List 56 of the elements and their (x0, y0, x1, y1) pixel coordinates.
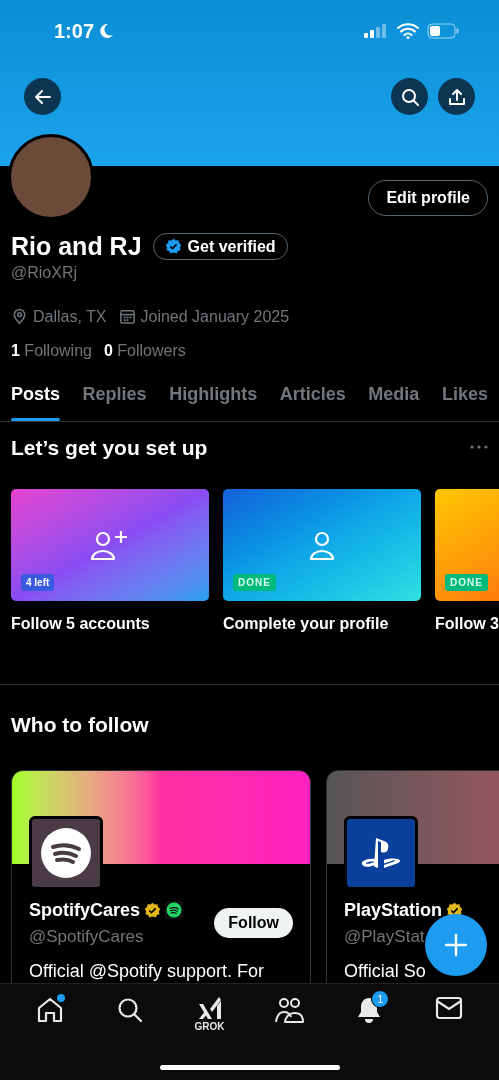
share-button[interactable] (438, 78, 475, 115)
profile-name: Rio and RJ (11, 231, 142, 262)
home-icon (35, 996, 64, 1024)
profile-handle: @RioXRj (11, 262, 79, 283)
account-card[interactable]: SpotifyCares @SpotifyCares Follow Official @Spotify support. For (11, 769, 311, 986)
account-handle: @PlayStat (344, 925, 425, 948)
search-icon (400, 87, 419, 106)
profile-tab[interactable]: Replies (82, 380, 147, 418)
add-user-icon (90, 528, 130, 562)
account-handle: @SpotifyCares (29, 925, 144, 948)
back-button[interactable] (24, 78, 61, 115)
setup-card-label: Follow 5 accounts (11, 614, 151, 634)
following-count-link[interactable]: 1 Following (11, 338, 92, 363)
status-time: 1:07 (54, 19, 95, 44)
account-avatar[interactable] (29, 815, 103, 890)
follow-button[interactable]: Follow (214, 907, 293, 938)
progress-badge: 4 left (21, 574, 55, 591)
spotify-logo-icon (165, 901, 184, 919)
section-title: Who to follow (10, 712, 150, 738)
account-name: PlayStation (344, 898, 443, 922)
profile-tab[interactable]: Media (368, 380, 420, 418)
account-name: SpotifyCares (29, 898, 141, 922)
join-date: Joined January 2025 (140, 306, 290, 327)
bell-icon (356, 996, 383, 1024)
progress-badge: DONE (445, 574, 488, 591)
search-icon (115, 996, 144, 1024)
calendar-icon (118, 308, 136, 325)
share-icon (447, 87, 466, 106)
mail-icon (435, 996, 464, 1020)
more-options-icon[interactable] (470, 445, 488, 450)
search-button[interactable] (391, 78, 428, 115)
section-title: Let’s get you set up (11, 434, 208, 461)
setup-card-image[interactable]: 4 left (11, 489, 209, 601)
profile-tab[interactable]: Likes (441, 380, 488, 418)
wifi-icon (397, 23, 419, 39)
signal-icon (363, 24, 389, 38)
profile-tab[interactable]: Highlights (169, 380, 258, 418)
progress-badge: DONE (233, 574, 276, 591)
moon-icon (98, 23, 115, 39)
profile-location: Dallas, TX (33, 306, 107, 327)
setup-card-label: Follow 3 (435, 614, 499, 634)
profile-tab[interactable]: Articles (279, 380, 346, 418)
battery-icon (427, 23, 459, 39)
people-icon (274, 996, 305, 1024)
account-avatar[interactable] (344, 815, 418, 890)
account-bio: Official @Spotify support. For (29, 960, 266, 983)
plus-icon (444, 933, 468, 957)
back-arrow-icon (33, 87, 52, 106)
followers-count-link[interactable]: 0 Followers (103, 338, 186, 363)
profile-tab[interactable]: Posts (11, 380, 61, 418)
grok-tab[interactable]: GROK (184, 990, 235, 1036)
setup-card-label: Complete your profile (223, 614, 390, 634)
location-pin-icon (11, 308, 28, 325)
notification-count-badge: 1 (371, 990, 390, 1008)
verified-badge-icon (164, 238, 182, 256)
account-bio: Official So (344, 960, 427, 983)
